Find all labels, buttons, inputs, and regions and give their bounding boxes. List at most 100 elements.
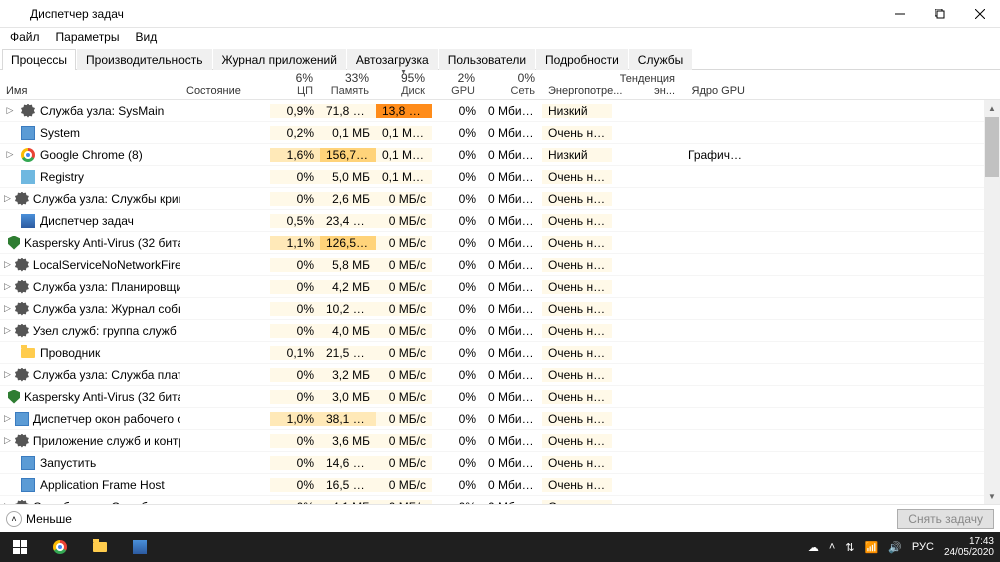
memory-cell: 5,8 МБ bbox=[320, 258, 376, 272]
tray-wifi-icon[interactable]: 📶 bbox=[865, 541, 879, 554]
disk-cell: 0 МБ/с bbox=[376, 302, 432, 316]
tray-volume-icon[interactable]: 🔊 bbox=[888, 541, 902, 554]
taskbar-chrome[interactable] bbox=[40, 532, 80, 562]
expand-icon[interactable]: ▷ bbox=[4, 149, 16, 160]
fewer-details-button[interactable]: ˄ Меньше bbox=[6, 511, 72, 527]
table-row[interactable]: ▷Служба узла: Планировщик з...0%4,2 МБ0 … bbox=[0, 276, 984, 298]
energy-cell: Очень низкое bbox=[542, 412, 612, 426]
table-row[interactable]: ▷Служба узла: Служба пользов...0%4,1 МБ0… bbox=[0, 496, 984, 504]
close-button[interactable] bbox=[960, 0, 1000, 28]
scroll-up-icon[interactable]: ▲ bbox=[984, 100, 1000, 116]
table-row[interactable]: ▷Диспетчер окон рабочего стола1,0%38,1 М… bbox=[0, 408, 984, 430]
taskbar-taskmanager[interactable] bbox=[120, 532, 160, 562]
col-cpu[interactable]: 6% ЦП bbox=[270, 70, 320, 99]
expand-icon[interactable]: ▷ bbox=[4, 259, 11, 270]
col-status[interactable]: Состояние bbox=[180, 83, 270, 99]
table-row[interactable]: Диспетчер задач0,5%23,4 МБ0 МБ/с0%0 Мбит… bbox=[0, 210, 984, 232]
titlebar: Диспетчер задач bbox=[0, 0, 1000, 28]
maximize-button[interactable] bbox=[920, 0, 960, 28]
expand-icon[interactable]: ▷ bbox=[4, 105, 16, 116]
table-row[interactable]: Kaspersky Anti-Virus (32 бита)0%3,0 МБ0 … bbox=[0, 386, 984, 408]
table-row[interactable]: Запустить0%14,6 МБ0 МБ/с0%0 Мбит/сОчень … bbox=[0, 452, 984, 474]
process-list[interactable]: ▷Служба узла: SysMain0,9%71,8 МБ13,8 МБ/… bbox=[0, 100, 984, 504]
memory-cell: 4,2 МБ bbox=[320, 280, 376, 294]
tray-network-icon[interactable]: ⇅ bbox=[845, 541, 854, 554]
expand-icon[interactable]: ▷ bbox=[4, 413, 11, 424]
tab-app-history[interactable]: Журнал приложений bbox=[213, 49, 346, 70]
tray-onedrive-icon[interactable]: ☁ bbox=[808, 541, 819, 554]
disk-cell: 0 МБ/с bbox=[376, 456, 432, 470]
expand-icon[interactable]: ▷ bbox=[4, 281, 11, 292]
tray-language[interactable]: РУС bbox=[912, 541, 934, 553]
col-energy[interactable]: Энергопотре... bbox=[542, 71, 612, 99]
col-name[interactable]: Имя bbox=[0, 83, 180, 99]
col-network[interactable]: 0% Сеть bbox=[482, 70, 542, 99]
scroll-down-icon[interactable]: ▼ bbox=[984, 488, 1000, 504]
col-memory[interactable]: 33% Память bbox=[320, 70, 376, 99]
table-row[interactable]: ▷LocalServiceNoNetworkFirewall ...0%5,8 … bbox=[0, 254, 984, 276]
tab-performance[interactable]: Производительность bbox=[77, 49, 211, 70]
table-row[interactable]: ▷Служба узла: Службы криптог...0%2,6 МБ0… bbox=[0, 188, 984, 210]
cpu-cell: 1,1% bbox=[270, 236, 320, 250]
table-row[interactable]: ▷Служба узла: SysMain0,9%71,8 МБ13,8 МБ/… bbox=[0, 100, 984, 122]
taskbar: ☁ ˄ ⇅ 📶 🔊 РУС 17:43 24/05/2020 bbox=[0, 532, 1000, 562]
gpu-cell: 0% bbox=[432, 214, 482, 228]
table-row[interactable]: ▷Служба узла: Журнал событи...0%10,2 МБ0… bbox=[0, 298, 984, 320]
generic-icon bbox=[20, 125, 36, 141]
process-name: Диспетчер окон рабочего стола bbox=[33, 412, 180, 426]
table-row[interactable]: System0,2%0,1 МБ0,1 МБ/с0%0 Мбит/сОчень … bbox=[0, 122, 984, 144]
scrollbar[interactable]: ▲ ▼ bbox=[984, 100, 1000, 504]
app-icon bbox=[8, 6, 24, 22]
energy-cell: Очень низкое bbox=[542, 126, 612, 140]
expand-icon[interactable]: ▷ bbox=[4, 325, 11, 336]
menu-options[interactable]: Параметры bbox=[48, 28, 128, 48]
taskbar-explorer[interactable] bbox=[80, 532, 120, 562]
network-cell: 0 Мбит/с bbox=[482, 126, 542, 140]
energy-cell: Очень низкое bbox=[542, 324, 612, 338]
tray-clock[interactable]: 17:43 24/05/2020 bbox=[944, 536, 994, 558]
table-header: Имя Состояние 6% ЦП 33% Память ▾ 95% Дис… bbox=[0, 70, 1000, 100]
expand-icon[interactable]: ▷ bbox=[4, 193, 11, 204]
tab-details[interactable]: Подробности bbox=[536, 49, 628, 70]
expand-icon[interactable]: ▷ bbox=[4, 303, 11, 314]
col-disk[interactable]: ▾ 95% Диск bbox=[376, 70, 432, 99]
tab-services[interactable]: Службы bbox=[629, 49, 692, 70]
network-cell: 0 Мбит/с bbox=[482, 478, 542, 492]
tab-startup[interactable]: Автозагрузка bbox=[347, 49, 438, 70]
end-task-button[interactable]: Снять задачу bbox=[897, 509, 994, 529]
table-row[interactable]: Registry0%5,0 МБ0,1 МБ/с0%0 Мбит/сОчень … bbox=[0, 166, 984, 188]
disk-cell: 0 МБ/с bbox=[376, 258, 432, 272]
process-name: Диспетчер задач bbox=[40, 214, 134, 228]
menu-view[interactable]: Вид bbox=[127, 28, 165, 48]
network-cell: 0 Мбит/с bbox=[482, 412, 542, 426]
col-gpu-core[interactable]: Ядро GPU bbox=[682, 71, 752, 99]
table-row[interactable]: Application Frame Host0%16,5 МБ0 МБ/с0%0… bbox=[0, 474, 984, 496]
col-energy-trend[interactable]: Тенденция эн... bbox=[612, 70, 682, 99]
sort-indicator-icon: ▾ bbox=[401, 70, 405, 76]
tab-users[interactable]: Пользователи bbox=[439, 49, 535, 70]
energy-cell: Очень низкое bbox=[542, 236, 612, 250]
table-row[interactable]: ▷Узел служб: группа служб Uni...0%4,0 МБ… bbox=[0, 320, 984, 342]
table-row[interactable]: ▷Приложение служб и контрол...0%3,6 МБ0 … bbox=[0, 430, 984, 452]
process-name: System bbox=[40, 126, 80, 140]
disk-cell: 0 МБ/с bbox=[376, 236, 432, 250]
menu-file[interactable]: Файл bbox=[2, 28, 48, 48]
col-gpu[interactable]: 2% GPU bbox=[432, 70, 482, 99]
expand-icon[interactable]: ▷ bbox=[4, 369, 11, 380]
tray-chevron-icon[interactable]: ˄ bbox=[829, 541, 835, 553]
table-row[interactable]: Kaspersky Anti-Virus (32 бита)1,1%126,5 … bbox=[0, 232, 984, 254]
gear-icon bbox=[15, 367, 29, 383]
table-row[interactable]: Проводник0,1%21,5 МБ0 МБ/с0%0 Мбит/сОчен… bbox=[0, 342, 984, 364]
scroll-thumb[interactable] bbox=[985, 117, 999, 177]
start-button[interactable] bbox=[0, 532, 40, 562]
taskmgr-icon bbox=[20, 213, 36, 229]
disk-cell: 0 МБ/с bbox=[376, 280, 432, 294]
window-title: Диспетчер задач bbox=[30, 7, 124, 21]
table-row[interactable]: ▷Служба узла: Служба платфо...0%3,2 МБ0 … bbox=[0, 364, 984, 386]
minimize-button[interactable] bbox=[880, 0, 920, 28]
disk-cell: 0,1 МБ/с bbox=[376, 126, 432, 140]
tab-processes[interactable]: Процессы bbox=[2, 49, 76, 70]
table-row[interactable]: ▷Google Chrome (8)1,6%156,7 МБ0,1 МБ/с0%… bbox=[0, 144, 984, 166]
expand-icon[interactable]: ▷ bbox=[4, 435, 11, 446]
disk-cell: 0 МБ/с bbox=[376, 192, 432, 206]
